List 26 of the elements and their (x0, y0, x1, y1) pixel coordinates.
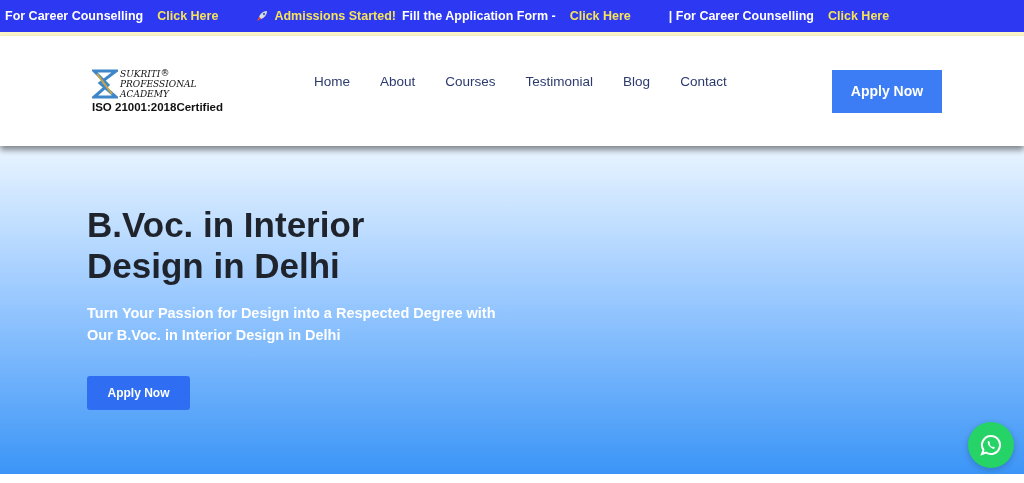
nav-link[interactable]: Blog (623, 74, 651, 89)
apply-button[interactable]: Apply Now (832, 69, 942, 113)
nav-link[interactable]: Contact (680, 74, 727, 89)
registered-mark: ® (160, 69, 170, 79)
ticker-link[interactable]: Click Here (157, 9, 219, 23)
nav-link[interactable]: Home (314, 74, 350, 89)
ticker-link[interactable]: Click Here (828, 9, 890, 23)
nav-link[interactable]: About (380, 74, 416, 89)
chat-button[interactable] (968, 422, 1014, 468)
apply-button[interactable]: Apply Now (87, 376, 190, 410)
ticker-text: Fill the Application Form - (401, 9, 556, 23)
ticker-text: | For Career Counselling (668, 9, 814, 23)
nav-link[interactable]: Courses (445, 74, 496, 89)
nav-link[interactable]: Testimonial (525, 74, 594, 89)
logo-icon (92, 69, 118, 99)
hero-title: B.Voc. in Interior Design in Delhi (87, 204, 366, 286)
logo-text: ACADEMY (120, 89, 171, 99)
ticker-link[interactable]: Click Here (569, 9, 631, 23)
logo-text: PROFESSIONAL (120, 79, 197, 89)
chat-bubble-icon (980, 434, 1002, 456)
rocket-icon (256, 10, 269, 22)
logo-text: SUKRITI (120, 69, 161, 79)
hero-subtitle: Turn Your Passion for Design into a Respected Degree with Our B.Voc. in Interior Design in Delhi (87, 304, 497, 345)
certification-text: ISO 21001:2018Certified (92, 101, 225, 113)
ticker-highlight: Admissions Started! (274, 9, 396, 23)
ticker-text: For Career Counselling (5, 9, 144, 23)
